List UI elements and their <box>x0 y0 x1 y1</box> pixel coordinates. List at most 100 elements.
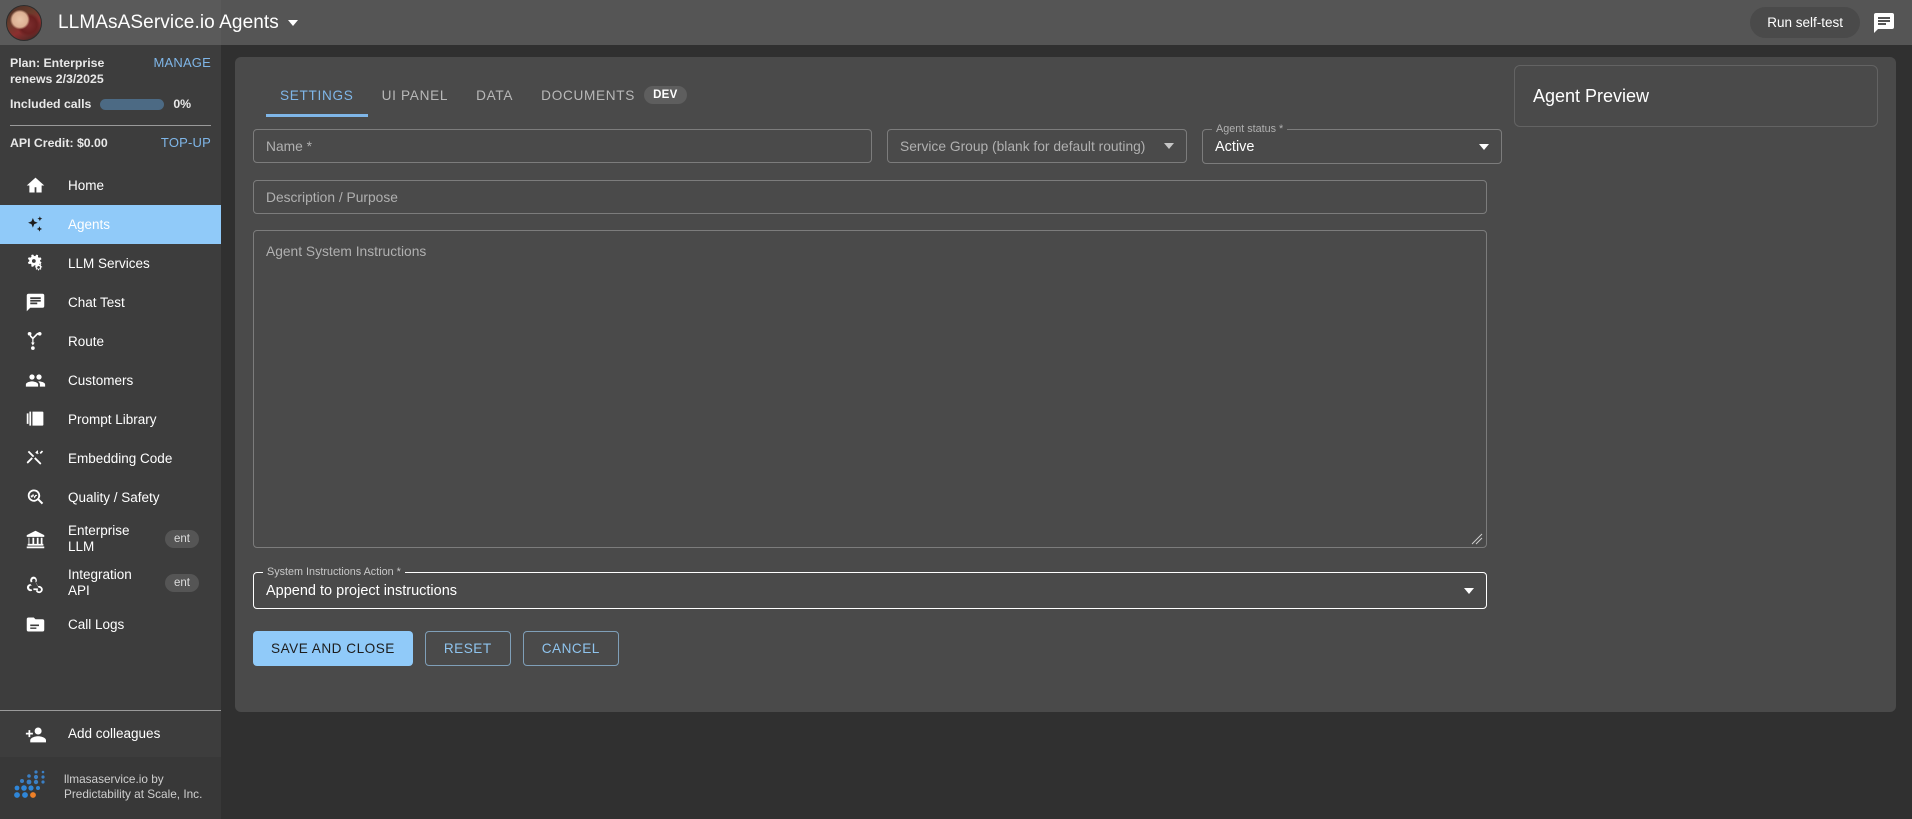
sidebar-item-chat-test[interactable]: Chat Test <box>0 283 221 322</box>
sparkles-icon <box>22 214 48 235</box>
sidebar-item-label: Chat Test <box>68 294 125 310</box>
bank-icon <box>22 529 48 550</box>
sidebar-item-label: Customers <box>68 372 134 388</box>
chevron-down-icon[interactable] <box>287 19 298 26</box>
run-self-test-button[interactable]: Run self-test <box>1750 7 1860 38</box>
reset-button[interactable]: RESET <box>424 631 511 666</box>
sidebar-item-badge: ent <box>165 574 199 592</box>
tab-data[interactable]: DATA <box>462 88 527 117</box>
name-input-placeholder: Name * <box>266 138 313 154</box>
sidebar-item-route[interactable]: Route <box>0 322 221 361</box>
sidebar-item-prompt-library[interactable]: Prompt Library <box>0 400 221 439</box>
sidebar-item-integration-api[interactable]: Integration API ent <box>0 561 221 605</box>
sidebar-item-enterprise-llm[interactable]: Enterprise LLM ent <box>0 517 221 561</box>
system-instructions-action-select[interactable]: System Instructions Action * Append to p… <box>253 566 1487 609</box>
chevron-down-icon <box>1479 143 1489 150</box>
tab-label: DATA <box>476 87 514 103</box>
sidebar-item-label: Quality / Safety <box>68 489 160 505</box>
api-credit-label: API Credit: $0.00 <box>10 135 108 150</box>
plan-line-1: Plan: Enterprise <box>10 56 105 70</box>
form-actions: SAVE AND CLOSE RESET CANCEL <box>253 631 1896 666</box>
system-instructions-action-legend: System Instructions Action * <box>263 566 405 578</box>
topbar-brand-area: LLMAsAService.io Agents <box>0 0 298 45</box>
agent-editor-card: SETTINGS UI PANEL DATA DOCUMENTS DEV Agent P… <box>235 57 1896 712</box>
sidebar-item-agents[interactable]: Agents <box>0 205 221 244</box>
agent-preview-panel: Agent Preview <box>1514 65 1878 127</box>
top-up-button[interactable]: TOP-UP <box>161 135 211 150</box>
sidebar-nav: Home Agents LLM Services Chat Test Route Cust… <box>0 166 221 696</box>
api-credit-row: API Credit: $0.00 TOP-UP <box>0 126 221 150</box>
resize-handle-icon[interactable] <box>1471 532 1483 545</box>
agent-settings-form: Name * Service Group (blank for default … <box>235 121 1896 666</box>
tab-documents[interactable]: DOCUMENTS DEV <box>527 86 700 118</box>
avatar[interactable] <box>6 4 42 41</box>
top-app-bar: LLMAsAService.io Agents Run self-test <box>0 0 1912 45</box>
tab-dev-badge: DEV <box>644 86 687 104</box>
chevron-down-icon <box>1164 143 1174 149</box>
description-input[interactable]: Description / Purpose <box>253 180 1487 214</box>
agent-status-select[interactable]: Agent status * Active <box>1202 123 1502 164</box>
system-instructions-textarea[interactable]: Agent System Instructions <box>253 230 1487 548</box>
people-icon <box>22 370 48 391</box>
sidebar-item-label: Integration API <box>68 567 132 598</box>
brand-line-2: Predictability at Scale, Inc. <box>64 787 203 801</box>
sidebar-footer-brand: llmasaservice.io by Predictability at Sc… <box>0 757 221 819</box>
sidebar-item-label: Call Logs <box>68 616 125 632</box>
included-calls-row: Included calls 0% <box>10 97 211 111</box>
plan-line-2: renews 2/3/2025 <box>10 72 104 86</box>
sidebar-item-label: Prompt Library <box>68 411 157 427</box>
system-instructions-placeholder: Agent System Instructions <box>266 244 427 259</box>
form-row-top: Name * Service Group (blank for default … <box>253 123 1896 164</box>
name-input[interactable]: Name * <box>253 129 872 163</box>
main-content: SETTINGS UI PANEL DATA DOCUMENTS DEV Agent P… <box>221 45 1912 819</box>
sidebar: Plan: Enterprise renews 2/3/2025 MANAGE … <box>0 45 221 819</box>
manage-plan-button[interactable]: MANAGE <box>153 55 211 70</box>
system-instructions-action-value: Append to project instructions <box>266 582 458 599</box>
tab-label: UI PANEL <box>381 87 449 103</box>
sidebar-item-label: Add colleagues <box>68 726 161 741</box>
tab-settings[interactable]: SETTINGS <box>266 88 368 117</box>
route-branch-icon <box>22 331 48 352</box>
service-group-placeholder: Service Group (blank for default routing… <box>900 138 1146 154</box>
code-tools-icon <box>22 448 48 469</box>
included-calls-progress <box>100 98 165 110</box>
sidebar-item-customers[interactable]: Customers <box>0 361 221 400</box>
plan-info: Plan: Enterprise renews 2/3/2025 <box>10 55 104 87</box>
sidebar-item-label: Agents <box>68 216 111 232</box>
agent-preview-title: Agent Preview <box>1533 85 1650 106</box>
dot-cluster-logo <box>12 768 54 807</box>
brand-line-1: llmasaservice.io by <box>64 772 164 786</box>
person-add-icon <box>22 724 48 745</box>
brand-text: llmasaservice.io by Predictability at Sc… <box>64 772 202 802</box>
chevron-down-icon <box>1464 587 1474 594</box>
included-calls-percent: 0% <box>173 97 192 111</box>
description-placeholder: Description / Purpose <box>266 189 398 205</box>
sidebar-item-label: Route <box>68 333 105 349</box>
sidebar-item-badge: ent <box>165 530 199 548</box>
folder-list-icon <box>22 614 48 635</box>
sidebar-item-llm-services[interactable]: LLM Services <box>0 244 221 283</box>
service-group-select[interactable]: Service Group (blank for default routing… <box>887 129 1187 163</box>
sidebar-item-add-colleagues[interactable]: Add colleagues <box>0 711 221 757</box>
sidebar-item-label: LLM Services <box>68 255 150 271</box>
save-and-close-button[interactable]: SAVE AND CLOSE <box>253 631 413 666</box>
sidebar-item-embedding-code[interactable]: Embedding Code <box>0 439 221 478</box>
sidebar-item-home[interactable]: Home <box>0 166 221 205</box>
agent-status-legend: Agent status * <box>1212 123 1288 135</box>
sidebar-item-label: Embedding Code <box>68 450 173 466</box>
cancel-button[interactable]: CANCEL <box>522 631 619 666</box>
sidebar-item-quality-safety[interactable]: Quality / Safety <box>0 478 221 517</box>
tab-ui-panel[interactable]: UI PANEL <box>368 88 463 117</box>
topbar-actions: Run self-test <box>1750 7 1912 38</box>
sidebar-item-label: Enterprise LLM <box>68 523 130 554</box>
magnify-pulse-icon <box>22 487 48 508</box>
sidebar-item-call-logs[interactable]: Call Logs <box>0 605 221 644</box>
included-calls-label: Included calls <box>10 97 92 111</box>
tab-label: SETTINGS <box>280 87 354 103</box>
agent-status-value: Active <box>1215 138 1255 155</box>
plan-summary: Plan: Enterprise renews 2/3/2025 MANAGE … <box>0 45 221 115</box>
webhook-icon <box>22 573 48 594</box>
gears-icon <box>22 253 48 274</box>
chat-bubble-icon[interactable] <box>1872 11 1896 35</box>
home-icon <box>22 175 48 196</box>
